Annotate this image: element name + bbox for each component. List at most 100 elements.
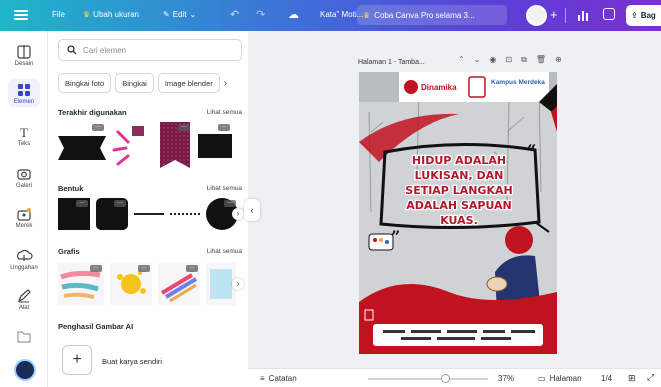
- shape-dashed-line[interactable]: [170, 213, 200, 215]
- chip-frame[interactable]: Bingkai: [115, 73, 154, 93]
- redo-icon[interactable]: ↷: [256, 8, 265, 21]
- fullscreen-icon[interactable]: ⤢: [647, 372, 654, 383]
- recent-element-sparkle[interactable]: [112, 122, 152, 170]
- chip-image-blender[interactable]: Image blender: [157, 73, 220, 93]
- graphics-next-icon[interactable]: ›: [232, 278, 244, 290]
- pen-icon: [17, 289, 31, 303]
- edit-label: Edit: [172, 10, 187, 19]
- chevron-down-icon[interactable]: ⌄: [474, 55, 481, 65]
- comment-icon[interactable]: [603, 8, 615, 20]
- shape-line[interactable]: [134, 213, 164, 215]
- share-label: Bag: [640, 11, 656, 20]
- graphic-color-strokes[interactable]: …: [158, 263, 200, 305]
- file-menu[interactable]: File: [52, 10, 65, 19]
- rail-item-gallery[interactable]: Galeri: [0, 167, 48, 189]
- rail-item-label: Desain: [14, 61, 34, 67]
- edit-menu[interactable]: ✎ Edit ⌄: [163, 10, 196, 19]
- layout-icon: [17, 45, 31, 59]
- rail-item-elements[interactable]: Elemen: [0, 79, 48, 107]
- headline-line-2: LUKISAN, DAN: [415, 169, 504, 182]
- shape-rounded-square[interactable]: …: [96, 198, 128, 230]
- more-options-icon[interactable]: …: [218, 123, 230, 131]
- rail-item-label: Galeri: [15, 183, 32, 189]
- graphics-title: Grafis: [58, 247, 80, 256]
- recent-thumbs: … … …: [58, 122, 232, 170]
- rail-item-label: Merek: [15, 223, 33, 229]
- rail-item-design[interactable]: Desain: [0, 45, 48, 67]
- pro-trial-button[interactable]: ♛ Coba Canva Pro selama 3...: [357, 5, 507, 25]
- crown-icon: ♛: [83, 10, 91, 19]
- brand-icon: [17, 208, 31, 221]
- upload-icon: [17, 249, 33, 261]
- grid-view-icon[interactable]: ⊞: [628, 373, 636, 384]
- collapse-panel-icon[interactable]: ‹: [244, 199, 260, 221]
- graphics-see-all[interactable]: Lihat semua: [207, 248, 242, 255]
- resize-label: Ubah ukuran: [93, 10, 139, 19]
- chip-photo-frame[interactable]: Bingkai foto: [58, 73, 112, 93]
- search-input[interactable]: Cari elemen: [58, 39, 242, 61]
- add-page-icon[interactable]: ⊕: [555, 55, 562, 65]
- analytics-icon[interactable]: [576, 8, 590, 22]
- filter-chips: Bingkai foto Bingkai Image blender ›: [58, 73, 234, 93]
- cloud-save-icon[interactable]: ☁: [288, 8, 299, 21]
- text-icon: T: [20, 125, 28, 139]
- lock-icon[interactable]: ⊡: [505, 55, 512, 65]
- rail-item-text[interactable]: T Teks: [0, 125, 48, 147]
- menu-icon[interactable]: [14, 8, 28, 22]
- university-seal-icon: [468, 76, 486, 98]
- more-options-icon[interactable]: …: [114, 199, 126, 207]
- brand-kampus-text: Kampus Merdeka: [491, 79, 545, 86]
- rail-item-tools[interactable]: Alat: [0, 289, 48, 311]
- recent-element-ribbon[interactable]: …: [58, 122, 106, 170]
- share-button[interactable]: ⇪ Bag: [626, 5, 661, 26]
- more-options-icon[interactable]: …: [186, 264, 198, 272]
- rail-item-label: Alat: [18, 305, 30, 311]
- more-options-icon[interactable]: …: [90, 264, 102, 272]
- more-options-icon[interactable]: …: [138, 264, 150, 272]
- notes-button[interactable]: ≡ Catatan: [260, 374, 297, 383]
- more-options-icon[interactable]: …: [92, 123, 104, 131]
- trash-icon[interactable]: 🗑: [536, 55, 546, 65]
- recent-element-square[interactable]: …: [198, 122, 232, 170]
- page-label[interactable]: Halaman 1 - Tamba...: [358, 59, 425, 66]
- create-own-button[interactable]: +: [62, 345, 92, 375]
- zoom-level[interactable]: 37%: [498, 374, 514, 383]
- rail-item-projects[interactable]: [0, 329, 48, 345]
- more-options-icon[interactable]: …: [76, 199, 88, 207]
- duplicate-icon[interactable]: ⧉: [521, 55, 527, 65]
- recent-see-all[interactable]: Lihat semua: [207, 109, 242, 116]
- folder-icon: [17, 331, 31, 343]
- painter-palette: [486, 276, 508, 292]
- resize-button[interactable]: ♛ Ubah ukuran: [83, 10, 139, 19]
- more-options-icon[interactable]: …: [224, 199, 236, 207]
- shape-square[interactable]: …: [58, 198, 90, 230]
- chevron-up-icon[interactable]: ⌃: [458, 55, 465, 65]
- add-collaborator-icon[interactable]: +: [550, 7, 558, 22]
- zoom-slider-handle[interactable]: [441, 374, 450, 383]
- design-canvas[interactable]: Dinamika Kampus Merdeka HIDUP ADALAH LUK…: [359, 72, 557, 354]
- page-toolbar: Halaman 1 - Tamba... ⌃ ⌄ ◉ ⊡ ⧉ 🗑 ⊕: [358, 55, 584, 69]
- page-actions: ⌃ ⌄ ◉ ⊡ ⧉ 🗑 ⊕: [458, 55, 562, 65]
- chips-next-icon[interactable]: ›: [224, 73, 234, 93]
- graphic-brush-strokes[interactable]: …: [58, 263, 104, 305]
- pages-button[interactable]: ▭ Halaman: [538, 374, 582, 383]
- graphic-paint-splash[interactable]: …: [110, 263, 152, 305]
- recent-element-banner[interactable]: …: [158, 122, 192, 170]
- zoom-slider[interactable]: [368, 378, 488, 380]
- eye-icon[interactable]: ◉: [489, 55, 496, 65]
- undo-icon[interactable]: ↶: [230, 8, 239, 21]
- rail-item-brand[interactable]: Merek: [0, 207, 48, 229]
- headline-line-3: SETIAP LANGKAH: [405, 184, 512, 197]
- rail-item-label: Unggahan: [10, 265, 38, 271]
- magic-assistant-button[interactable]: [14, 359, 36, 381]
- search-icon: [67, 45, 77, 55]
- more-options-icon[interactable]: …: [178, 123, 190, 131]
- rail-item-uploads[interactable]: Unggahan: [0, 249, 48, 271]
- pro-trial-label: Coba Canva Pro selama 3...: [374, 10, 475, 20]
- graphics-thumbs: … … …: [58, 263, 236, 305]
- shapes-next-icon[interactable]: ›: [232, 208, 244, 220]
- quote-mark-open: “: [527, 141, 536, 160]
- avatar[interactable]: [526, 5, 547, 26]
- create-own-label[interactable]: Buat karya sendiri: [102, 357, 162, 366]
- shapes-see-all[interactable]: Lihat semua: [207, 185, 242, 192]
